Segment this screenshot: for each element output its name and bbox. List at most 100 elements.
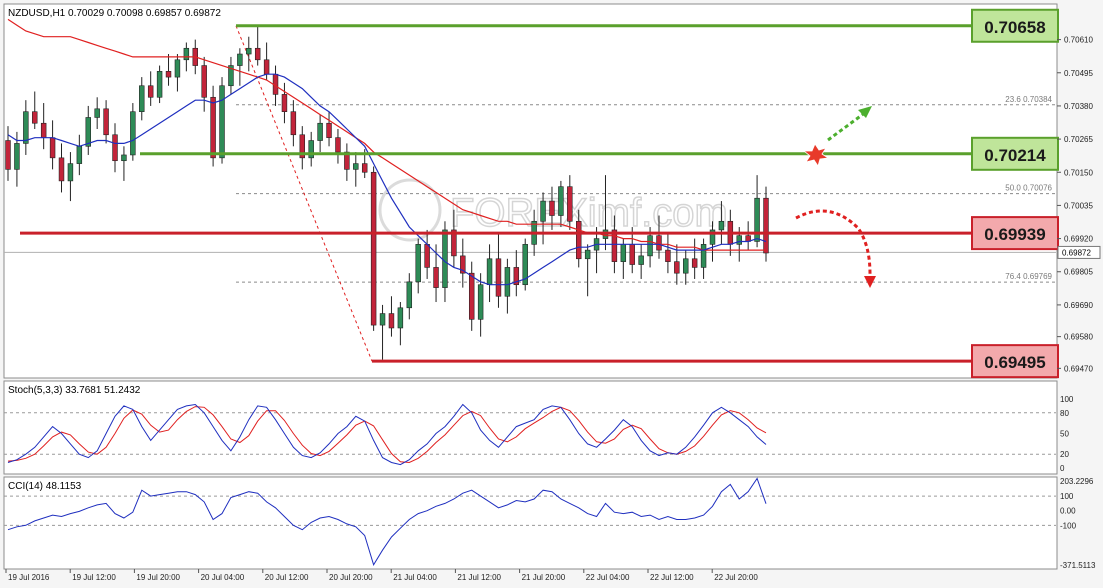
- bull-candle: [736, 235, 742, 245]
- stoch-axis-label: 20: [1060, 450, 1069, 459]
- bull-candle: [130, 111, 136, 156]
- time-label: 22 Jul 04:00: [586, 573, 630, 582]
- bull-candle: [67, 163, 74, 182]
- bull-candle: [379, 313, 386, 326]
- bear-candle: [361, 163, 368, 173]
- bull-candle: [397, 307, 404, 329]
- forex-chart: FOREXimf.com 23.6 0.70384 50.0 0.70076 76.…: [0, 0, 1103, 588]
- bear-candle: [495, 258, 502, 297]
- bear-candle: [112, 134, 118, 162]
- stoch-title: Stoch(5,3,3) 33.7681 51.2432: [8, 385, 141, 396]
- stoch-axis-label: 80: [1060, 409, 1069, 418]
- bull-candle: [638, 255, 644, 265]
- bear-candle: [468, 272, 475, 320]
- bull-candle: [156, 71, 163, 98]
- bear-candle: [210, 96, 216, 159]
- bull-candle: [85, 117, 91, 147]
- price-label: 0.70610: [1064, 36, 1093, 45]
- bull-candle: [558, 186, 564, 216]
- bear-candle: [549, 200, 555, 216]
- bull-candle: [683, 258, 689, 274]
- fib-label: 76.4 0.69769: [1005, 272, 1052, 281]
- bull-candle: [504, 267, 511, 297]
- bear-candle: [254, 47, 261, 61]
- bull-candle: [442, 229, 448, 288]
- bear-candle: [5, 140, 11, 170]
- symbol-info: NZDUSD,H1 0.70029 0.70098 0.69857 0.6987…: [8, 8, 221, 19]
- bear-candle: [567, 186, 573, 222]
- bull-candle: [14, 143, 20, 170]
- time-label: 22 Jul 12:00: [650, 573, 694, 582]
- bear-candle: [49, 137, 56, 159]
- stoch-axis-label: 50: [1060, 430, 1069, 439]
- bull-candle: [540, 200, 546, 222]
- bear-candle: [656, 235, 662, 251]
- bear-candle: [611, 229, 618, 262]
- price-label: 0.70150: [1064, 168, 1093, 177]
- cci-axis-label: -100: [1060, 521, 1077, 530]
- bull-candle: [486, 258, 493, 286]
- cci-title: CCI(14) 48.1153: [8, 481, 82, 492]
- bear-candle: [763, 197, 769, 254]
- stoch-axis-label: 100: [1060, 395, 1074, 404]
- bull-candle: [174, 59, 181, 78]
- bear-candle: [103, 108, 109, 136]
- time-label: 19 Jul 12:00: [72, 573, 116, 582]
- time-label: 19 Jul 20:00: [136, 573, 180, 582]
- fib-label: 50.0 0.70076: [1005, 184, 1052, 193]
- bull-candle: [754, 197, 760, 242]
- bull-candle: [139, 85, 145, 112]
- price-label: 0.69580: [1064, 333, 1093, 342]
- price-label: 0.69805: [1064, 268, 1093, 277]
- bull-candle: [620, 244, 627, 262]
- bear-candle: [281, 94, 288, 112]
- bear-candle: [58, 157, 65, 182]
- bear-candle: [629, 244, 635, 265]
- bull-candle: [647, 235, 653, 257]
- bull-candle: [94, 108, 100, 118]
- watermark-text: FOREXimf.com: [450, 191, 728, 235]
- cci-axis-label: 100: [1060, 492, 1074, 501]
- price-label: 0.69690: [1064, 301, 1093, 310]
- time-label: 20 Jul 20:00: [329, 573, 373, 582]
- price-label: 0.70265: [1064, 135, 1093, 144]
- bear-candle: [433, 267, 439, 288]
- bear-candle: [32, 111, 38, 124]
- fib-label: 23.6 0.70384: [1005, 95, 1052, 104]
- price-label: 0.70035: [1064, 201, 1093, 210]
- time-label: 21 Jul 12:00: [457, 573, 501, 582]
- bear-candle: [290, 111, 297, 136]
- price-label: 0.70380: [1064, 102, 1093, 111]
- bear-candle: [388, 313, 395, 329]
- bear-candle: [370, 171, 377, 326]
- bull-candle: [415, 244, 421, 283]
- level-label: 0.70214: [984, 146, 1046, 165]
- bear-candle: [576, 220, 582, 260]
- bull-candle: [237, 53, 243, 66]
- bull-candle: [23, 111, 29, 144]
- bull-candle: [317, 122, 323, 141]
- current-price-label: 0.69872: [1062, 248, 1091, 257]
- time-label: 19 Jul 2016: [8, 573, 50, 582]
- price-label: 0.69920: [1064, 235, 1093, 244]
- bull-candle: [584, 249, 591, 260]
- bull-candle: [353, 163, 359, 170]
- bear-candle: [201, 65, 207, 98]
- bear-candle: [263, 59, 270, 75]
- bear-candle: [674, 261, 680, 274]
- time-label: 20 Jul 12:00: [265, 573, 309, 582]
- bull-candle: [700, 244, 707, 268]
- cci-axis-label: 203.2296: [1060, 477, 1094, 486]
- bear-candle: [147, 85, 154, 98]
- bull-candle: [219, 85, 225, 159]
- bear-candle: [335, 137, 341, 153]
- bear-candle: [40, 122, 47, 138]
- bear-candle: [691, 258, 698, 268]
- level-label: 0.69495: [984, 353, 1045, 372]
- bear-candle: [165, 71, 172, 78]
- time-label: 21 Jul 04:00: [393, 573, 437, 582]
- bull-candle: [406, 281, 413, 309]
- bull-candle: [76, 146, 83, 164]
- stoch-axis-label: 0: [1060, 464, 1065, 473]
- time-label: 22 Jul 20:00: [714, 573, 758, 582]
